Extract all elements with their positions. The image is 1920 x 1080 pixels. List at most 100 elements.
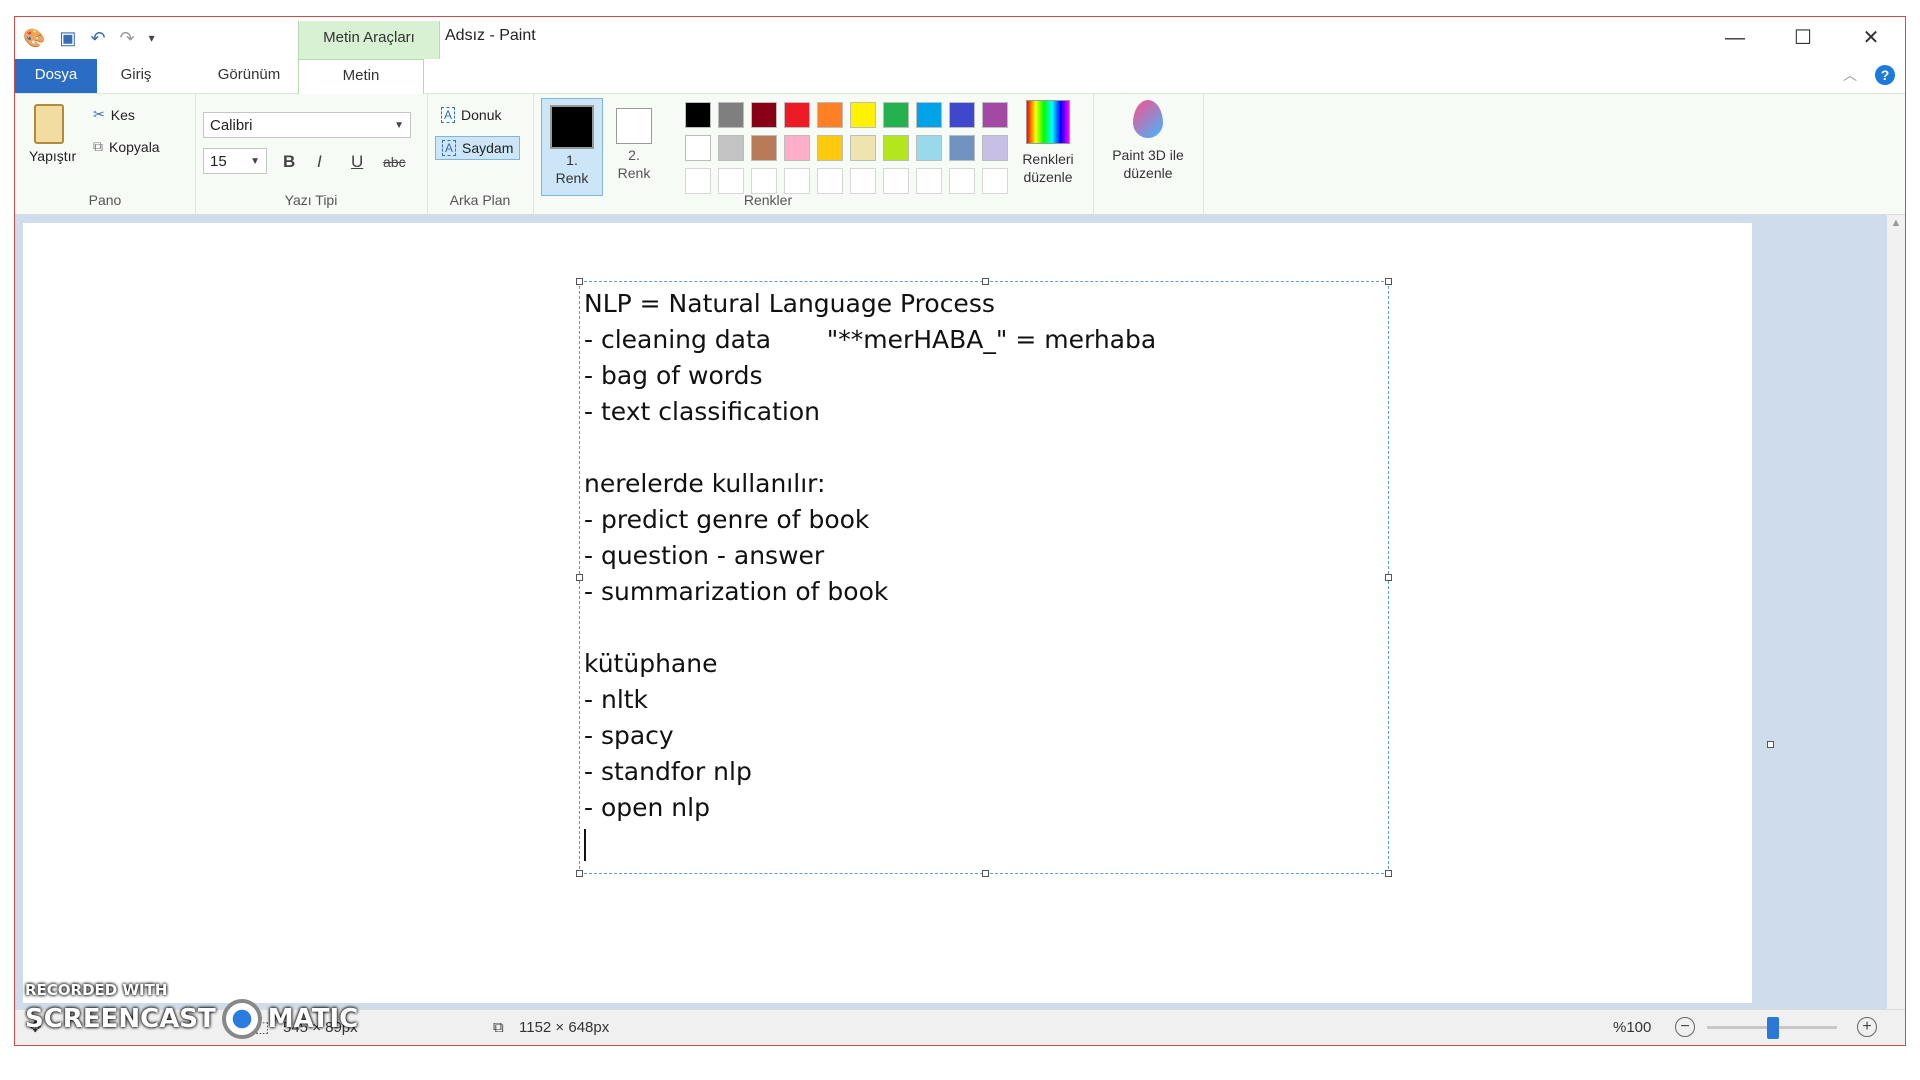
font-family-select[interactable]: Calibri ▼ [203, 112, 411, 138]
customize-qat-icon[interactable]: ▾ [149, 25, 155, 51]
custom-color-slot[interactable] [751, 168, 777, 194]
resize-handle[interactable] [576, 574, 583, 581]
custom-color-slot[interactable] [916, 168, 942, 194]
palette-color-swatch[interactable] [982, 135, 1008, 161]
palette-color-swatch[interactable] [850, 102, 876, 128]
custom-color-slot[interactable] [850, 168, 876, 194]
text-line: nerelerde kullanılır: [584, 469, 826, 498]
close-button[interactable]: ✕ [1837, 17, 1905, 59]
resize-handle[interactable] [1385, 278, 1392, 285]
vertical-scrollbar[interactable]: ▲ [1887, 215, 1905, 1012]
help-icon[interactable]: ? [1875, 65, 1895, 85]
text-line: - bag of words [584, 361, 763, 390]
resize-handle[interactable] [576, 870, 583, 877]
text-box[interactable]: NLP = Natural Language Process - cleaning… [576, 278, 1392, 877]
tab-home[interactable]: Giriş [97, 59, 175, 93]
strikethrough-button[interactable]: abc [383, 154, 406, 170]
text-line: kütüphane [584, 649, 718, 678]
color2-button[interactable]: 2. Renk [607, 98, 661, 194]
custom-color-slot[interactable] [685, 168, 711, 194]
palette-color-swatch[interactable] [784, 135, 810, 161]
custom-color-slot[interactable] [718, 168, 744, 194]
custom-color-slot[interactable] [784, 168, 810, 194]
palette-color-swatch[interactable] [916, 102, 942, 128]
clipboard-icon [34, 104, 64, 144]
opaque-button[interactable]: A Donuk [437, 104, 505, 126]
palette-color-swatch[interactable] [751, 102, 777, 128]
palette-color-swatch[interactable] [784, 102, 810, 128]
text-line: - question - answer [584, 541, 825, 570]
palette-color-swatch[interactable] [949, 135, 975, 161]
paint-window: 🎨 ▣ ↶ ↷ ▾ Metin Araçları Adsız - Paint —… [14, 16, 1906, 1046]
palette-color-swatch[interactable] [817, 102, 843, 128]
record-icon [221, 999, 262, 1039]
redo-icon[interactable]: ↷ [120, 25, 135, 51]
custom-color-slot[interactable] [817, 168, 843, 194]
edit-colors-button[interactable]: Renkleri düzenle [1013, 100, 1083, 186]
bold-button[interactable]: B [283, 152, 295, 172]
collapse-ribbon-icon[interactable]: ︿ [1843, 65, 1857, 85]
paste-label: Yapıştır [29, 148, 77, 164]
paint3d-button[interactable]: Paint 3D ile düzenle [1101, 100, 1195, 182]
cut-button[interactable]: ✂ Kes [93, 106, 135, 123]
contextual-tab-text-tools: Metin Araçları [298, 21, 440, 59]
text-line: - spacy [584, 721, 674, 750]
italic-button[interactable]: I [317, 152, 322, 172]
save-icon[interactable]: ▣ [59, 25, 76, 51]
font-size-select[interactable]: 15 ▼ [203, 148, 267, 174]
chevron-up-icon[interactable]: ▲ [1887, 217, 1905, 229]
text-content[interactable]: NLP = Natural Language Process - cleaning… [584, 286, 1156, 862]
transparent-button[interactable]: A Saydam [435, 136, 521, 160]
tab-file[interactable]: Dosya [15, 59, 97, 93]
palette-color-swatch[interactable] [916, 135, 942, 161]
image-size: 1152 × 648px [519, 1019, 610, 1036]
resize-handle[interactable] [982, 870, 989, 877]
tab-text[interactable]: Metin [298, 59, 424, 95]
copy-button[interactable]: ⧉ Kopyala [93, 138, 160, 155]
group-label-font: Yazı Tipi [284, 192, 338, 208]
text-line: - summarization of book [584, 577, 889, 606]
image-size-icon: ⧉ [493, 1019, 504, 1036]
watermark-line3: MATIC [267, 1004, 359, 1034]
group-paint3d: Paint 3D ile düzenle [1093, 94, 1204, 214]
custom-color-slot[interactable] [883, 168, 909, 194]
palette-color-swatch[interactable] [949, 102, 975, 128]
canvas-resize-handle[interactable] [1767, 741, 1774, 748]
paste-button[interactable]: Yapıştır [29, 104, 77, 164]
resize-handle[interactable] [982, 278, 989, 285]
window-controls: — ☐ ✕ [1701, 17, 1905, 59]
resize-handle[interactable] [1385, 870, 1392, 877]
drawing-canvas[interactable]: NLP = Natural Language Process - cleaning… [23, 223, 1774, 1003]
palette-color-swatch[interactable] [685, 102, 711, 128]
palette-color-swatch[interactable] [685, 135, 711, 161]
color1-button[interactable]: 1. Renk [541, 98, 603, 196]
palette-color-swatch[interactable] [817, 135, 843, 161]
palette-color-swatch[interactable] [751, 135, 777, 161]
palette-color-swatch[interactable] [883, 135, 909, 161]
palette-color-swatch[interactable] [850, 135, 876, 161]
font-family-value: Calibri [210, 117, 253, 134]
paint-app-icon: 🎨 [23, 28, 46, 48]
minimize-button[interactable]: — [1701, 17, 1769, 59]
palette-color-swatch[interactable] [982, 102, 1008, 128]
custom-color-slot[interactable] [949, 168, 975, 194]
resize-handle[interactable] [576, 278, 583, 285]
zoom-in-button[interactable]: + [1857, 1017, 1877, 1037]
zoom-out-button[interactable]: − [1675, 1017, 1695, 1037]
palette-color-swatch[interactable] [883, 102, 909, 128]
underline-button[interactable]: U [351, 152, 363, 172]
copy-icon: ⧉ [93, 138, 103, 154]
resize-handle[interactable] [1385, 574, 1392, 581]
palette-color-swatch[interactable] [718, 102, 744, 128]
edit-colors-label: Renkleri düzenle [1022, 151, 1074, 185]
ribbon: Yapıştır ✂ Kes ⧉ Kopyala Pano Calibri ▼ … [15, 94, 1905, 215]
color2-label: 2. Renk [617, 147, 651, 181]
zoom-slider-thumb[interactable] [1767, 1017, 1779, 1039]
watermark-line1: RECORDED WITH [25, 981, 168, 999]
tab-view[interactable]: Görünüm [197, 59, 301, 93]
palette-color-swatch[interactable] [718, 135, 744, 161]
maximize-button[interactable]: ☐ [1769, 17, 1837, 59]
paint3d-icon [1133, 100, 1163, 138]
custom-color-slot[interactable] [982, 168, 1008, 194]
undo-icon[interactable]: ↶ [90, 25, 105, 51]
